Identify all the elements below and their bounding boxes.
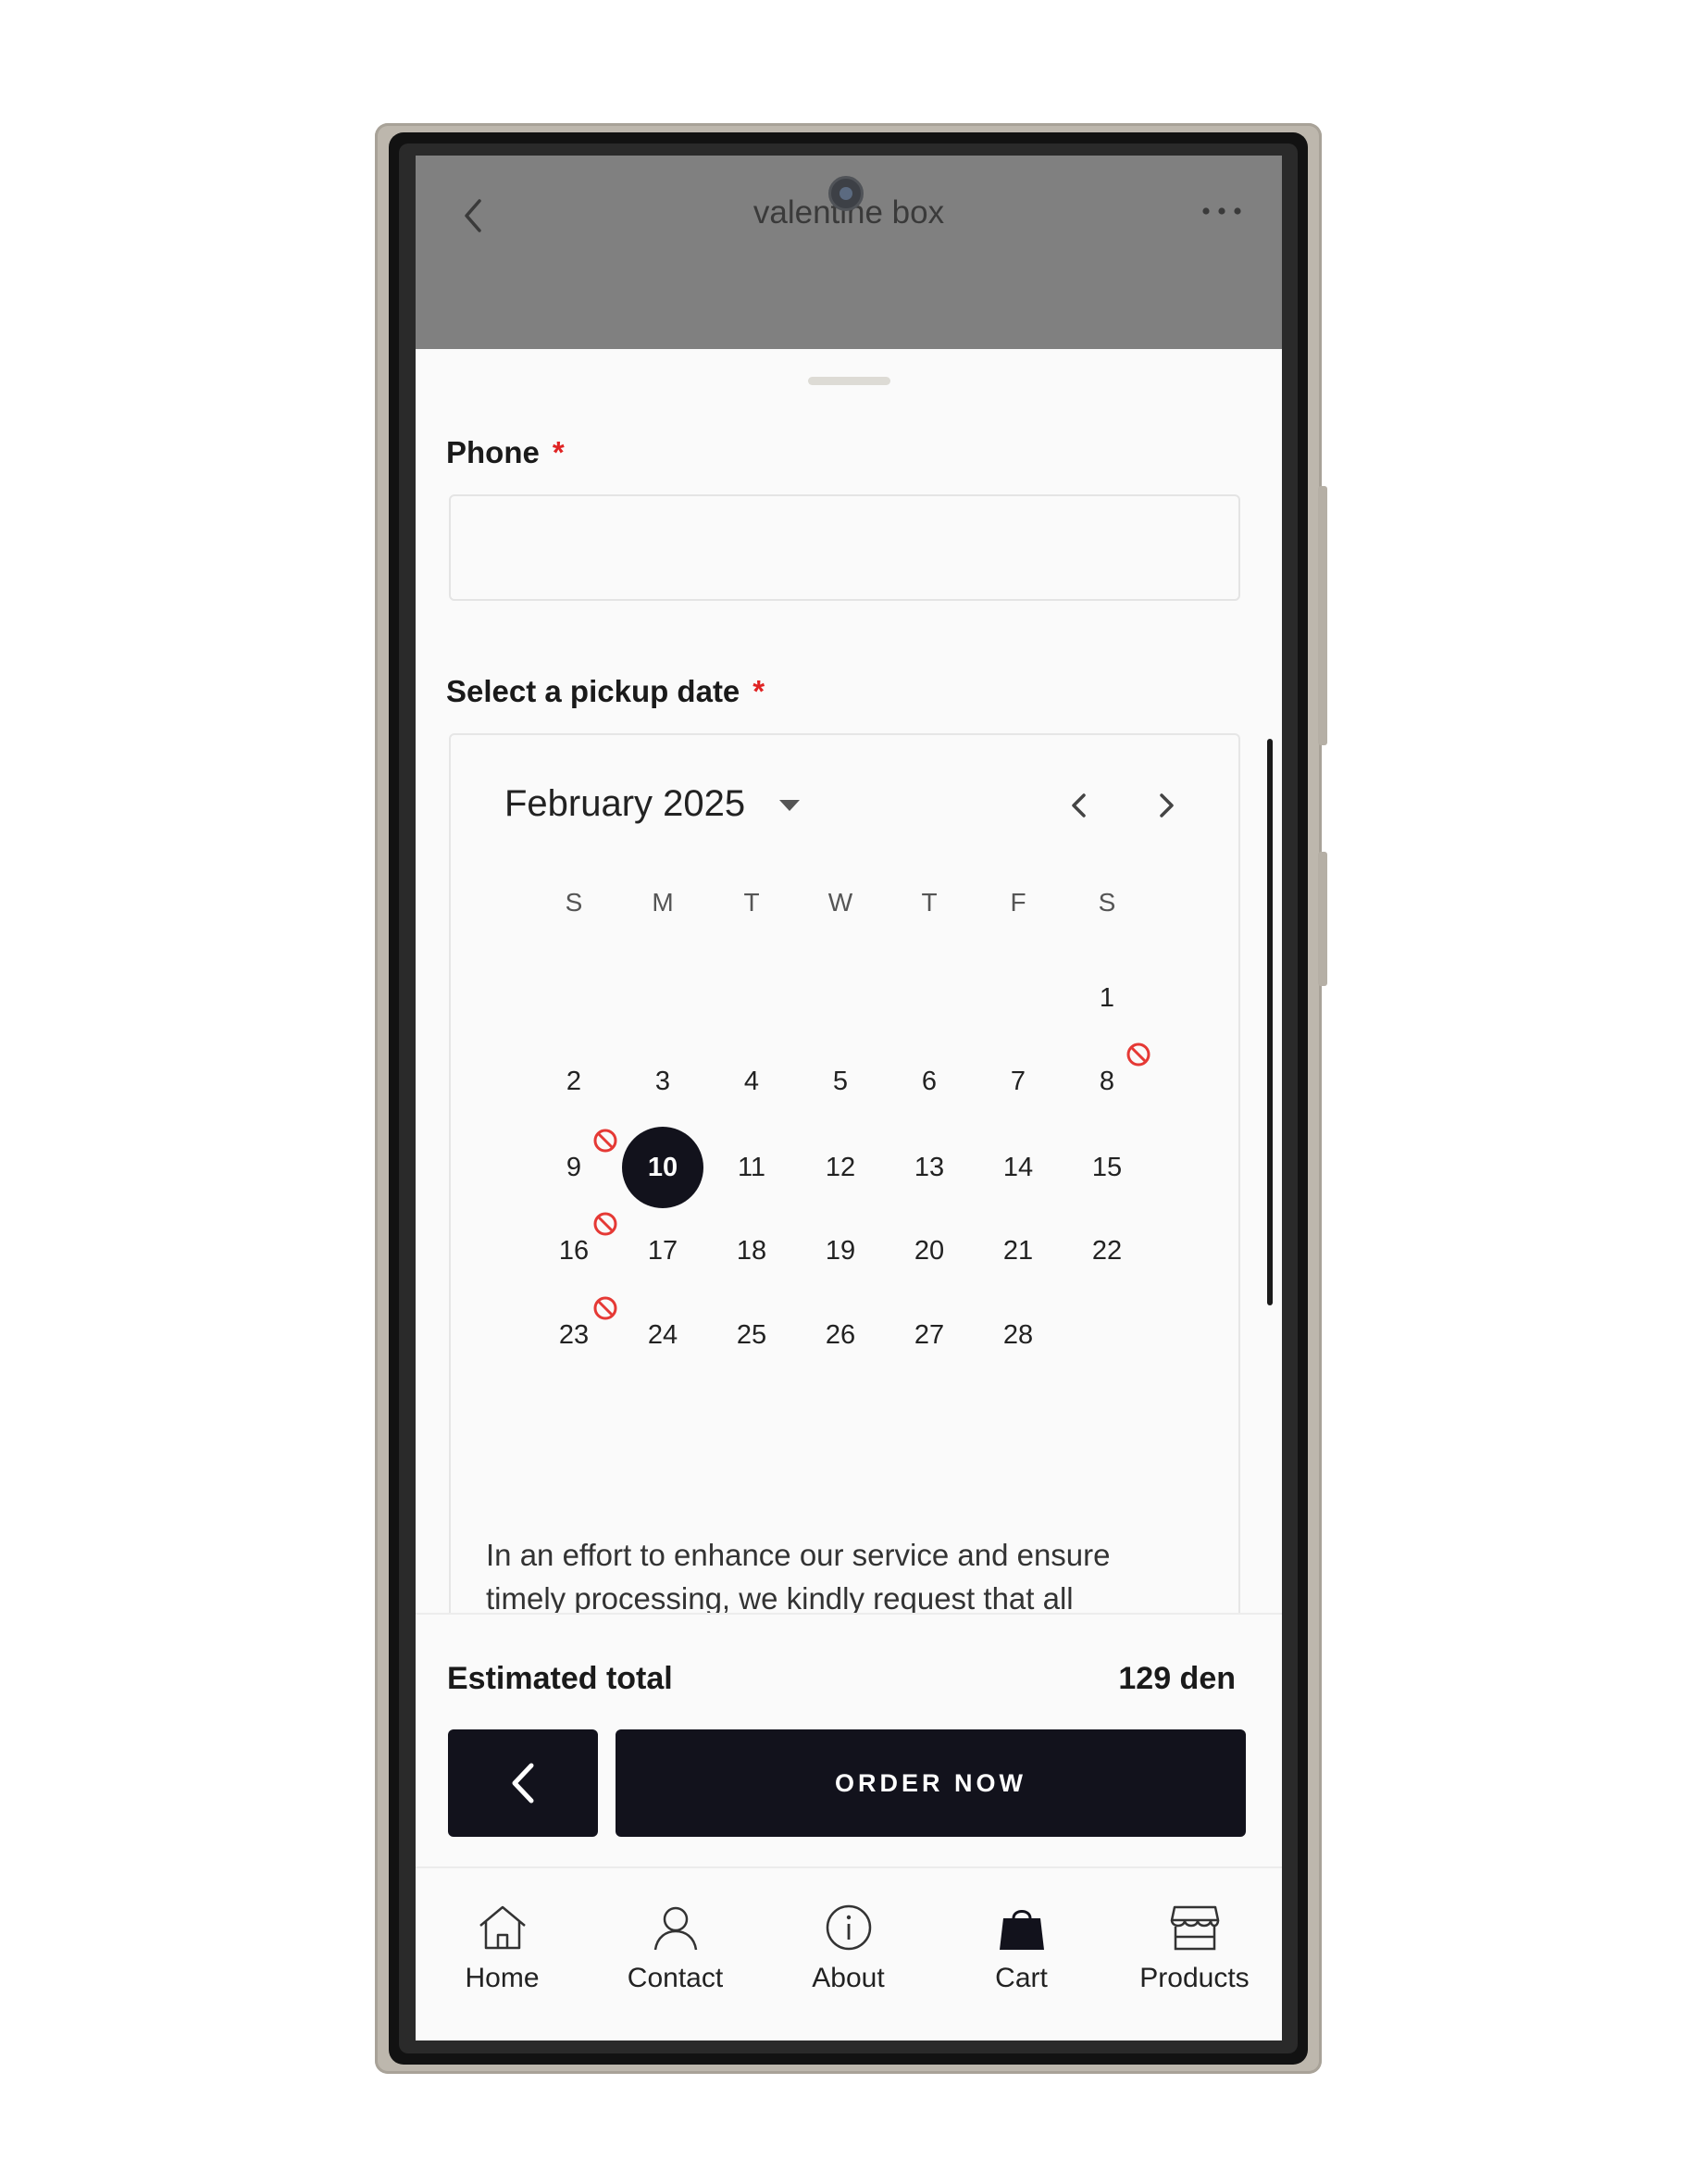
nav-item-contact[interactable]: Contact (589, 1868, 762, 2040)
unavailable-icon (593, 1212, 617, 1236)
calendar-day[interactable]: 24 (622, 1294, 703, 1376)
calendar-day[interactable]: 11 (711, 1127, 792, 1208)
chevron-right-icon (1160, 793, 1174, 817)
calendar-day[interactable]: 7 (977, 1041, 1059, 1122)
calendar-day[interactable]: 4 (711, 1041, 792, 1122)
nav-item-home[interactable]: Home (416, 1868, 589, 2040)
calendar-day[interactable]: 3 (622, 1041, 703, 1122)
month-label: February 2025 (504, 783, 746, 824)
date-picker: February 2025 S M T W T F S 1 2 3 4 5 6 7 8 9 10 1… (449, 733, 1240, 1752)
calendar-day[interactable]: 26 (800, 1294, 881, 1376)
calendar-day[interactable]: 6 (889, 1041, 970, 1122)
calendar-day[interactable]: 21 (977, 1210, 1059, 1292)
nav-label-cart: Cart (995, 1963, 1048, 1993)
estimated-total-value: 129 den (1118, 1661, 1236, 1696)
weekday-label: F (1010, 888, 1026, 917)
calendar-day[interactable]: 2 (533, 1041, 615, 1122)
nav-label-home: Home (465, 1963, 540, 1993)
calendar-day[interactable]: 28 (977, 1294, 1059, 1376)
pickup-date-label: Select a pickup date * (446, 674, 765, 709)
chevron-left-icon (512, 1763, 534, 1803)
home-icon (479, 1905, 526, 1950)
screen: valentine box Phone * Select a pickup dat… (416, 156, 1282, 2040)
side-button (1318, 852, 1327, 986)
sheet-drag-handle[interactable] (808, 377, 890, 385)
calendar-day[interactable]: 13 (889, 1127, 970, 1208)
calendar-day[interactable]: 27 (889, 1294, 970, 1376)
nav-label-contact: Contact (627, 1963, 724, 1993)
chevron-left-icon (1072, 793, 1086, 817)
calendar-day[interactable]: 1 (1066, 957, 1148, 1039)
weekday-label: S (565, 888, 583, 917)
calendar-day[interactable]: 19 (800, 1210, 881, 1292)
back-step-button[interactable] (448, 1729, 598, 1837)
calendar-day[interactable]: 20 (889, 1210, 970, 1292)
weekday-label: S (1098, 888, 1116, 917)
weekday-label: M (652, 888, 674, 917)
nav-item-about[interactable]: About (762, 1868, 935, 2040)
info-icon (826, 1904, 871, 1951)
nav-item-products[interactable]: Products (1108, 1868, 1281, 2040)
calendar-day[interactable]: 5 (800, 1041, 881, 1122)
next-month-button[interactable] (1149, 787, 1186, 824)
calendar-day-selected[interactable]: 10 (622, 1127, 703, 1208)
user-icon (653, 1906, 697, 1951)
calendar-day[interactable]: 17 (622, 1210, 703, 1292)
scrollbar[interactable] (1267, 739, 1273, 1305)
calendar-day[interactable]: 22 (1066, 1210, 1148, 1292)
weekday-label: T (743, 888, 760, 917)
side-button (1318, 486, 1327, 745)
previous-month-button[interactable] (1060, 787, 1097, 824)
phone-label-text: Phone (446, 435, 540, 469)
unavailable-icon (593, 1296, 617, 1320)
weekday-label: T (921, 888, 938, 917)
bottom-nav: Home Contact About Cart Products (416, 1866, 1282, 2040)
required-asterisk: * (752, 674, 765, 708)
calendar-day[interactable]: 25 (711, 1294, 792, 1376)
calendar-day[interactable]: 15 (1066, 1127, 1148, 1208)
calendar-day[interactable]: 18 (711, 1210, 792, 1292)
more-button[interactable] (1199, 193, 1245, 230)
calendar-day[interactable]: 12 (800, 1127, 881, 1208)
phone-input[interactable] (449, 494, 1240, 601)
unavailable-icon (593, 1129, 617, 1153)
shopping-bag-icon (999, 1910, 1044, 1950)
store-icon (1170, 1905, 1219, 1951)
estimated-total-label: Estimated total (447, 1661, 673, 1696)
month-dropdown-button[interactable] (778, 798, 801, 816)
caret-down-icon (779, 800, 800, 811)
pickup-date-label-text: Select a pickup date (446, 674, 740, 708)
weekday-label: W (827, 888, 853, 917)
front-camera (828, 176, 864, 211)
more-dots-icon (1202, 207, 1241, 215)
unavailable-icon (1126, 1042, 1151, 1067)
nav-label-products: Products (1139, 1963, 1250, 1993)
order-now-button[interactable]: ORDER NOW (616, 1729, 1246, 1837)
calendar-day[interactable]: 14 (977, 1127, 1059, 1208)
nav-item-cart[interactable]: Cart (935, 1868, 1108, 2040)
required-asterisk: * (552, 435, 565, 469)
nav-label-about: About (812, 1963, 885, 1993)
pickup-note: In an effort to enhance our service and … (486, 1538, 1111, 1616)
phone-label: Phone * (446, 435, 565, 470)
